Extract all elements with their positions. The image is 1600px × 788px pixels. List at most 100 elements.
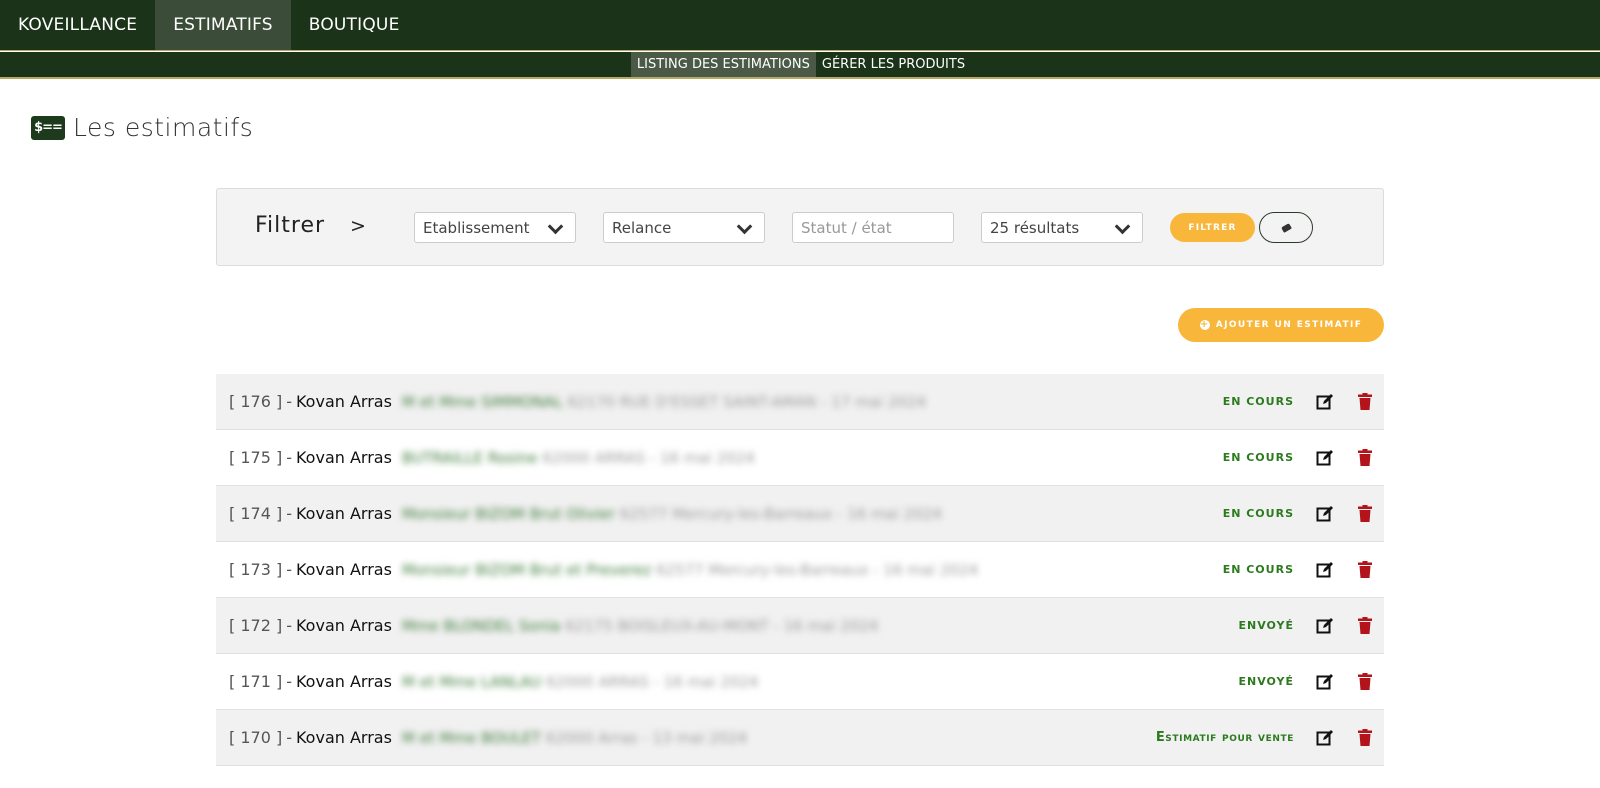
results-select-value: 25 résultats — [990, 218, 1080, 237]
row-client: M et Mme LANLAU — [401, 672, 542, 691]
row-details-blurred: M et Mme LANLAU 62000 ARRAS - 16 mai 202… — [402, 673, 759, 691]
row-client: Monsieur BIZOM Brut Olivier — [401, 504, 615, 523]
row-id: [ 175 ] — [229, 448, 283, 467]
edit-icon[interactable] — [1316, 505, 1334, 523]
row-details-blurred: Monsieur BIZOM Brut et Preverez 62577 Me… — [402, 561, 978, 579]
row-id: [ 172 ] — [229, 616, 283, 635]
trash-icon[interactable] — [1358, 729, 1372, 746]
add-estimatif-label: AJOUTER UN ESTIMATIF — [1215, 320, 1363, 330]
page-title-text: Les estimatifs — [73, 113, 254, 142]
trash-icon[interactable] — [1358, 561, 1372, 578]
chevron-down-icon — [736, 218, 753, 235]
row-details: 62175 BOISLEUX-AU-MONT - 16 mai 2024 — [565, 616, 879, 635]
list-item[interactable]: [ 170 ] - Kovan Arras M et Mme BOULET 620… — [216, 710, 1384, 766]
row-details-blurred: M et Mme BOULET 62000 Arras - 13 mai 202… — [402, 729, 747, 747]
eraser-icon — [1280, 222, 1292, 233]
money-bill-icon: $== — [31, 115, 65, 140]
trash-icon[interactable] — [1358, 393, 1372, 410]
row-separator: - — [286, 672, 292, 691]
list-item[interactable]: [ 174 ] - Kovan Arras Monsieur BIZOM Brut… — [216, 486, 1384, 542]
row-id: [ 173 ] — [229, 560, 283, 579]
row-name: Kovan Arras — [295, 728, 392, 747]
row-separator: - — [286, 504, 292, 523]
chevron-down-icon — [1114, 218, 1131, 235]
filter-arrow-icon: > — [350, 215, 366, 237]
status-badge: Estimatif pour vente — [1155, 730, 1294, 745]
row-client: BUTRAILLE Rosine — [401, 448, 538, 467]
row-id: [ 170 ] — [229, 728, 283, 747]
row-name: Kovan Arras — [295, 560, 392, 579]
row-separator: - — [286, 616, 292, 635]
row-details-blurred: BUTRAILLE Rosine 62000 ARRAS - 16 mai 20… — [402, 449, 755, 467]
plus-circle-icon: + — [1199, 319, 1210, 330]
row-id: [ 171 ] — [229, 672, 283, 691]
subnav-item-produits[interactable]: GÉRER LES PRODUITS — [816, 52, 971, 77]
status-badge: EN COURS — [1222, 395, 1294, 408]
subnav-item-listing[interactable]: LISTING DES ESTIMATIONS — [630, 52, 816, 77]
status-badge: ENVOYÉ — [1238, 619, 1294, 632]
trash-icon[interactable] — [1358, 617, 1372, 634]
row-details: 62000 ARRAS - 16 mai 2024 — [542, 448, 755, 467]
edit-icon[interactable] — [1316, 673, 1334, 691]
nav-item-boutique[interactable]: BOUTIQUE — [291, 0, 418, 50]
trash-icon[interactable] — [1358, 673, 1372, 690]
row-name: Kovan Arras — [295, 392, 392, 411]
nav-item-estimatifs[interactable]: ESTIMATIFS — [155, 0, 291, 50]
row-details: 62577 Mercury-les-Barreaux - 16 mai 2024 — [619, 504, 942, 523]
edit-icon[interactable] — [1316, 393, 1334, 411]
status-badge: EN COURS — [1222, 451, 1294, 464]
row-separator: - — [286, 448, 292, 467]
row-separator: - — [286, 728, 292, 747]
row-name: Kovan Arras — [295, 672, 392, 691]
row-details: 62170 RUE D'ESSET SAINT-AMAN - 17 mai 20… — [567, 392, 927, 411]
reset-filter-button[interactable] — [1259, 212, 1313, 243]
row-details-blurred: M et Mme SIMMONAL 62170 RUE D'ESSET SAIN… — [402, 393, 926, 411]
row-client: Monsieur BIZOM Brut et Preverez — [401, 560, 652, 579]
status-badge: ENVOYÉ — [1238, 675, 1294, 688]
add-estimatif-button[interactable]: + AJOUTER UN ESTIMATIF — [1178, 308, 1384, 342]
chevron-down-icon — [547, 218, 564, 235]
results-select[interactable]: 25 résultats — [981, 212, 1143, 243]
row-separator: - — [286, 560, 292, 579]
edit-icon[interactable] — [1316, 729, 1334, 747]
row-name: Kovan Arras — [295, 504, 392, 523]
estimatifs-list: [ 176 ] - Kovan Arras M et Mme SIMMONAL 6… — [216, 374, 1384, 766]
status-badge: EN COURS — [1222, 507, 1294, 520]
list-item[interactable]: [ 173 ] - Kovan Arras Monsieur BIZOM Brut… — [216, 542, 1384, 598]
relance-select[interactable]: Relance — [603, 212, 765, 243]
row-id: [ 176 ] — [229, 392, 283, 411]
status-badge: EN COURS — [1222, 563, 1294, 576]
trash-icon[interactable] — [1358, 449, 1372, 466]
page-title: $== Les estimatifs — [31, 113, 253, 142]
sub-nav: LISTING DES ESTIMATIONS GÉRER LES PRODUI… — [0, 52, 1600, 79]
filter-button[interactable]: FILTRER — [1170, 213, 1255, 242]
row-id: [ 174 ] — [229, 504, 283, 523]
top-nav: KOVEILLANCE ESTIMATIFS BOUTIQUE — [0, 0, 1600, 51]
trash-icon[interactable] — [1358, 505, 1372, 522]
edit-icon[interactable] — [1316, 617, 1334, 635]
etablissement-select[interactable]: Etablissement — [414, 212, 576, 243]
list-item[interactable]: [ 175 ] - Kovan Arras BUTRAILLE Rosine 62… — [216, 430, 1384, 486]
edit-icon[interactable] — [1316, 449, 1334, 467]
etablissement-select-value: Etablissement — [423, 218, 530, 237]
row-details-blurred: Mme BLONDEL Sonia 62175 BOISLEUX-AU-MONT… — [402, 617, 878, 635]
relance-select-value: Relance — [612, 218, 672, 237]
filter-bar: Filtrer > Etablissement Relance Statut /… — [216, 188, 1384, 266]
row-details-blurred: Monsieur BIZOM Brut Olivier 62577 Mercur… — [402, 505, 942, 523]
list-item[interactable]: [ 172 ] - Kovan Arras Mme BLONDEL Sonia 6… — [216, 598, 1384, 654]
nav-item-koveillance[interactable]: KOVEILLANCE — [0, 0, 155, 50]
statut-input-placeholder: Statut / état — [801, 218, 892, 237]
row-details: 62000 Arras - 13 mai 2024 — [545, 728, 748, 747]
list-item[interactable]: [ 171 ] - Kovan Arras M et Mme LANLAU 620… — [216, 654, 1384, 710]
row-name: Kovan Arras — [295, 616, 392, 635]
row-client: Mme BLONDEL Sonia — [401, 616, 561, 635]
row-client: M et Mme SIMMONAL — [401, 392, 563, 411]
statut-input[interactable]: Statut / état — [792, 212, 954, 243]
row-separator: - — [286, 392, 292, 411]
filter-label: Filtrer — [255, 213, 326, 238]
row-details: 62000 ARRAS - 16 mai 2024 — [545, 672, 759, 691]
list-item[interactable]: [ 176 ] - Kovan Arras M et Mme SIMMONAL 6… — [216, 374, 1384, 430]
row-client: M et Mme BOULET — [401, 728, 541, 747]
edit-icon[interactable] — [1316, 561, 1334, 579]
row-details: 62577 Mercury-les-Barreaux - 16 mai 2024 — [655, 560, 979, 579]
